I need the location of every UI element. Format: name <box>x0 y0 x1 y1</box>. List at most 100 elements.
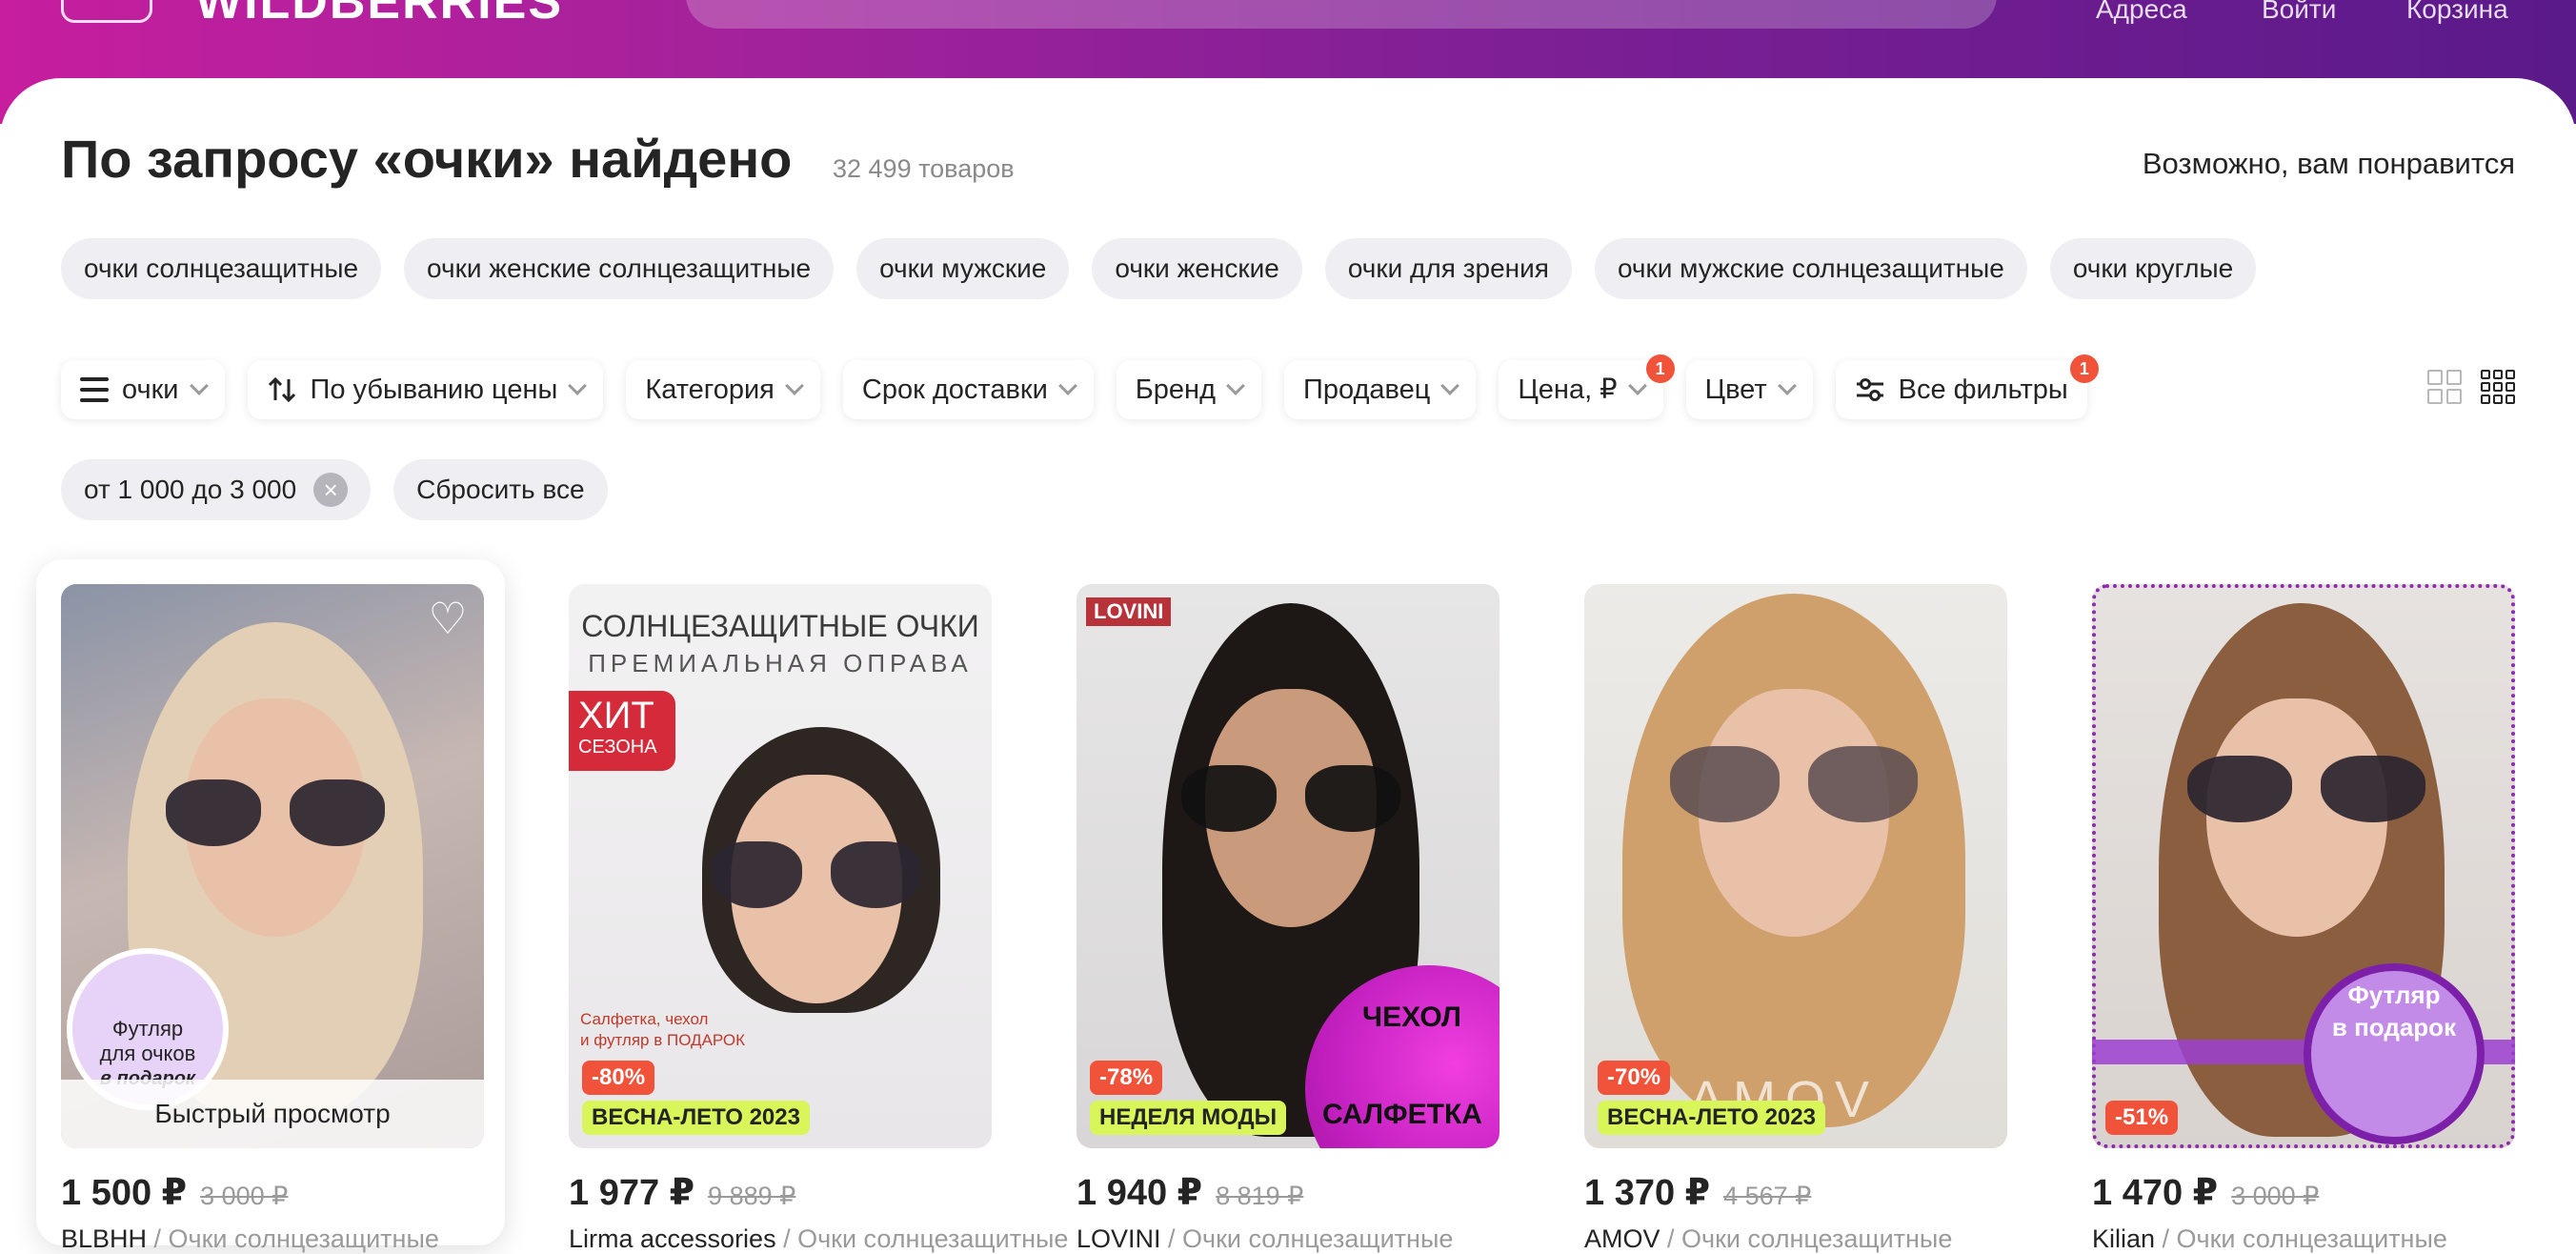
product-card[interactable]: LOVINI ЧЕХОЛ САЛФЕТКА -78% НЕДЕЛЯ МОДЫ 1… <box>1052 559 1520 1253</box>
query-filter-button[interactable]: очки <box>61 360 225 419</box>
gift-note: Салфетка, чехол и футляр в ПОДАРОК <box>580 1009 745 1051</box>
search-input[interactable] <box>686 0 1997 29</box>
chevron-down-icon <box>568 376 588 395</box>
all-filters-badge: 1 <box>2069 354 2099 383</box>
delivery-filter-button[interactable]: Срок доставки <box>842 360 1094 419</box>
suggestion-chip[interactable]: очки женские <box>1092 238 1302 299</box>
seller-filter-button[interactable]: Продавец <box>1284 360 1477 419</box>
product-image[interactable]: LOVINI ЧЕХОЛ САЛФЕТКА -78% НЕДЕЛЯ МОДЫ <box>1077 584 1499 1148</box>
hit-badge: ХИТ СЕЗОНА <box>569 691 675 771</box>
reset-all-button[interactable]: Сбросить все <box>393 459 608 520</box>
price-filter-button[interactable]: Цена, ₽ 1 <box>1499 354 1675 419</box>
brand-name: Kilian <box>2092 1224 2156 1253</box>
sunglasses-image <box>712 841 921 908</box>
sunglasses-image <box>2187 756 2425 822</box>
site-logo[interactable]: WILDBERRIES <box>195 0 563 30</box>
gift-line: для очков <box>99 1042 196 1065</box>
price-filter-badge: 1 <box>1645 354 1675 383</box>
chevron-down-icon <box>1777 376 1797 395</box>
product-image[interactable]: ♡ Футляр для очков в подарок Быстрый про… <box>61 584 484 1148</box>
product-title[interactable]: LOVINI / Очки солнцезащитные <box>1077 1224 1453 1254</box>
product-title[interactable]: AMOV / Очки солнцезащитные <box>1584 1224 1952 1254</box>
delivery-filter-label: Срок доставки <box>861 374 1048 405</box>
product-name: / Очки солнцезащитные <box>1160 1224 1454 1253</box>
suggestion-chip[interactable]: очки мужские <box>856 238 1070 299</box>
brand-logo: LOVINI <box>1086 597 1172 626</box>
cart-link[interactable]: Корзина <box>2406 0 2508 25</box>
menu-icon <box>80 377 109 402</box>
price-row: 1 977 ₽ 9 889 ₽ <box>569 1171 795 1214</box>
product-card[interactable]: Футляр в подарок -51% 1 470 ₽ 3 000 ₽ Ki… <box>2067 559 2536 1253</box>
suggestion-chip[interactable]: очки солнцезащитные <box>61 238 382 299</box>
color-filter-label: Цвет <box>1704 374 1767 405</box>
heart-icon[interactable]: ♡ <box>425 597 471 640</box>
suggestion-chip[interactable]: очки мужские солнцезащитные <box>1594 238 2027 299</box>
gift-line: Футляр <box>111 1017 184 1041</box>
maybe-you-like-title: Возможно, вам понравится <box>2142 147 2515 180</box>
sort-label: По убыванию цены <box>310 374 558 405</box>
product-card[interactable]: AMOV -70% ВЕСНА-ЛЕТО 2023 1 370 ₽ 4 567 … <box>1560 559 2028 1253</box>
color-filter-button[interactable]: Цвет <box>1685 360 1813 419</box>
gift-note-line: и футляр в ПОДАРОК <box>580 1031 745 1049</box>
price-range-chip[interactable]: от 1 000 до 3 000 × <box>61 459 372 520</box>
quick-view-button[interactable]: Быстрый просмотр <box>61 1080 484 1148</box>
small-grid-icon[interactable] <box>2481 370 2515 404</box>
chevron-down-icon <box>1627 376 1647 395</box>
product-title[interactable]: Lirma accessories / Очки солнцезащитные <box>569 1224 1068 1254</box>
product-title[interactable]: Kilian / Очки солнцезащитные <box>2092 1224 2447 1254</box>
chevron-down-icon <box>784 376 804 395</box>
sort-icon <box>268 376 295 403</box>
suggestion-chip[interactable]: очки женские солнцезащитные <box>404 238 835 299</box>
price-row: 1 370 ₽ 4 567 ₽ <box>1584 1171 1811 1214</box>
gift-note-line: Салфетка, чехол <box>580 1010 709 1028</box>
chevron-down-icon <box>1440 376 1460 395</box>
sliders-icon <box>1856 378 1883 401</box>
brand-name: BLBHH <box>61 1224 148 1253</box>
all-filters-button[interactable]: Все фильтры 1 <box>1835 354 2099 419</box>
price-row: 1 500 ₽ 3 000 ₽ <box>61 1171 288 1214</box>
login-link[interactable]: Войти <box>2262 0 2336 25</box>
product-card[interactable]: СОЛНЦЕЗАЩИТНЫЕ ОЧКИ ПРЕМИАЛЬНАЯ ОПРАВА Х… <box>544 559 1068 1253</box>
result-count: 32 499 товаров <box>833 154 1015 183</box>
current-price: 1 370 ₽ <box>1584 1173 1711 1213</box>
gift-line: Футляр <box>2347 981 2441 1009</box>
banner-subheadline: ПРЕМИАЛЬНАЯ ОПРАВА <box>588 649 973 678</box>
hit-subtitle: СЕЗОНА <box>578 737 657 758</box>
sort-button[interactable]: По убыванию цены <box>247 360 604 419</box>
price-row: 1 940 ₽ 8 819 ₽ <box>1077 1171 1303 1214</box>
discount-badge: -70% <box>1598 1061 1671 1095</box>
seller-filter-label: Продавец <box>1303 374 1431 405</box>
current-price: 1 940 ₽ <box>1077 1173 1203 1213</box>
addresses-link[interactable]: Адреса <box>2096 0 2187 25</box>
category-filter-button[interactable]: Категория <box>626 360 820 419</box>
sunglasses-image <box>1670 746 1918 822</box>
view-toggle <box>2427 370 2515 404</box>
promo-badge: ВЕСНА-ЛЕТО 2023 <box>1598 1101 1825 1135</box>
current-price: 1 500 ₽ <box>61 1173 188 1213</box>
gift-sticker: Футляр в подарок <box>2304 963 2485 1144</box>
discount-badge: -80% <box>582 1061 655 1095</box>
old-price: 8 819 ₽ <box>1216 1182 1304 1210</box>
filter-bar: очки По убыванию цены Категория Срок дос… <box>61 354 2099 419</box>
menu-button[interactable] <box>61 0 152 23</box>
price-filter-label: Цена, ₽ <box>1518 374 1618 405</box>
product-card[interactable]: ♡ Футляр для очков в подарок Быстрый про… <box>36 559 505 1253</box>
sunglasses-image <box>166 779 385 846</box>
product-name: / Очки солнцезащитные <box>147 1224 439 1253</box>
product-image[interactable]: AMOV -70% ВЕСНА-ЛЕТО 2023 <box>1584 584 2007 1148</box>
product-image[interactable]: Футляр в подарок -51% <box>2092 584 2515 1148</box>
close-icon[interactable]: × <box>313 473 349 507</box>
large-grid-icon[interactable] <box>2427 370 2462 404</box>
product-image[interactable]: СОЛНЦЕЗАЩИТНЫЕ ОЧКИ ПРЕМИАЛЬНАЯ ОПРАВА Х… <box>569 584 992 1148</box>
extra-item: САЛФЕТКА <box>1322 1099 1482 1130</box>
suggestion-chip[interactable]: очки круглые <box>2049 238 2257 299</box>
product-title[interactable]: BLBHH / Очки солнцезащитные <box>61 1224 439 1254</box>
suggestion-chip[interactable]: очки для зрения <box>1324 238 1572 299</box>
old-price: 9 889 ₽ <box>708 1182 796 1210</box>
gift-line: в подарок <box>2331 1013 2457 1042</box>
brand-filter-label: Бренд <box>1135 374 1216 405</box>
brand-name: LOVINI <box>1077 1224 1161 1253</box>
product-name: / Очки солнцезащитные <box>2155 1224 2447 1253</box>
chevron-down-icon <box>1057 376 1077 395</box>
brand-filter-button[interactable]: Бренд <box>1116 360 1261 419</box>
